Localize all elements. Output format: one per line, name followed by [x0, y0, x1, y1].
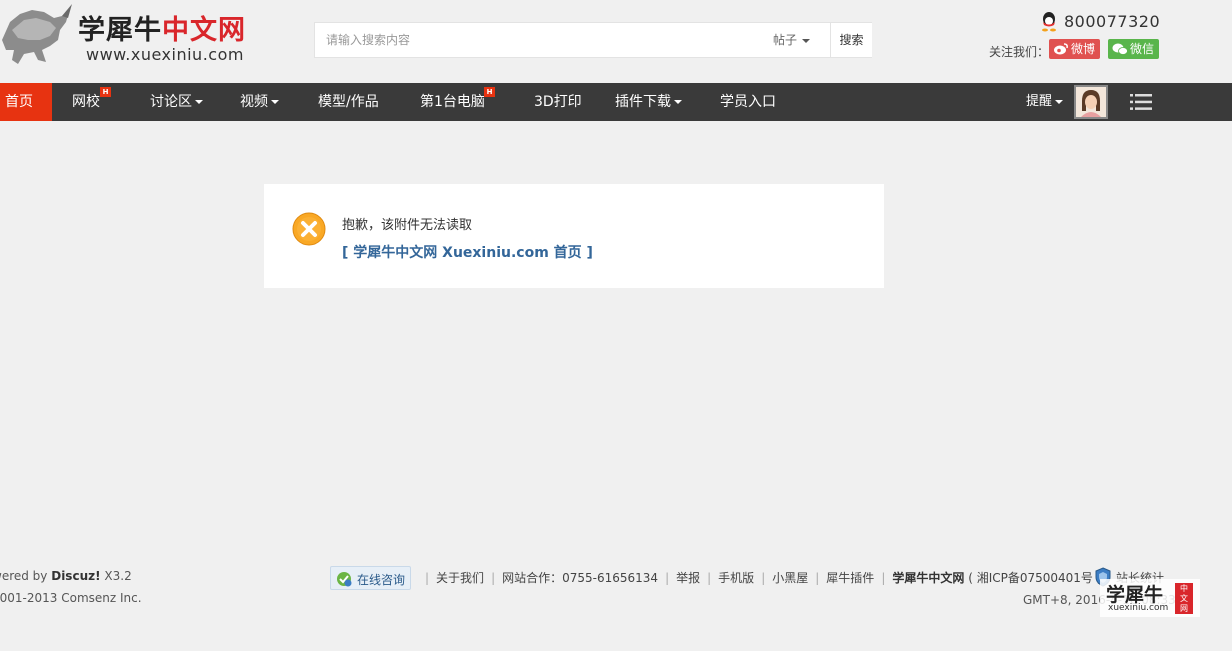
search-type-dropdown[interactable]: 帖子 [773, 23, 825, 57]
hot-badge: H [484, 87, 495, 97]
logo-title-black: 学犀牛 [78, 15, 162, 46]
weibo-button[interactable]: 微博 [1049, 39, 1101, 59]
watermark-side-text: 中文网 [1180, 584, 1188, 613]
footer-link-blacklist[interactable]: 小黑屋 [772, 571, 808, 585]
nav-label: 讨论区 [150, 94, 192, 110]
divider: | [425, 571, 430, 585]
nav-item-plugins[interactable]: 插件下载 [615, 83, 682, 121]
logo-url: www.xuexiniu.com [86, 45, 244, 64]
header: 学犀牛中文网 www.xuexiniu.com 帖子 搜索 800077320 … [0, 0, 1232, 83]
footer-link-plugins[interactable]: 犀牛插件 [826, 571, 874, 585]
nav-item-video[interactable]: 视频 [240, 83, 279, 121]
watermark-logo: 学犀牛 xuexiniu.com 中文网 [1100, 579, 1200, 617]
user-avatar-icon [1076, 87, 1106, 117]
search-bar: 帖子 搜索 [314, 22, 872, 58]
remind-dropdown[interactable]: 提醒 [1026, 83, 1064, 121]
icp-link[interactable]: ( 湘ICP备07500401号 ) [968, 571, 1101, 585]
main-nav: 首页 网校 H 讨论区 视频 模型/作品 第1台电脑 H 3D打印 插件下载 学员入… [0, 83, 1232, 121]
home-link[interactable]: [ 学犀牛中文网 Xuexiniu.com 首页 ] [342, 242, 593, 262]
site-logo[interactable]: 学犀牛中文网 www.xuexiniu.com [0, 0, 270, 72]
copyright: 2001-2013 Comsenz Inc. [0, 591, 142, 605]
nav-label: 视频 [240, 94, 268, 110]
error-message-box: 抱歉，该附件无法读取 [ 学犀牛中文网 Xuexiniu.com 首页 ] [264, 184, 884, 288]
rhino-logo-icon [2, 4, 72, 64]
discuz-link[interactable]: Discuz! [51, 569, 100, 583]
wechat-label: 微信 [1130, 42, 1155, 56]
search-button[interactable]: 搜索 [830, 23, 872, 57]
online-consult-button[interactable]: 在线咨询 [330, 566, 411, 590]
chevron-down-icon [1055, 99, 1064, 104]
watermark-side: 中文网 [1175, 583, 1193, 614]
nav-label: 首页 [5, 94, 33, 110]
logo-title: 学犀牛中文网 [78, 8, 246, 47]
footer-links: | 关于我们 | 网站合作：0755-61656134 | 举报 | 手机版 | 小黑屋 | 犀牛插件… [418, 569, 1101, 586]
chat-bubble-icon [337, 572, 352, 587]
powered-prefix: wered by [0, 569, 48, 583]
nav-item-forum[interactable]: 讨论区 [150, 83, 203, 121]
search-input[interactable] [315, 23, 755, 57]
footer-link-report[interactable]: 举报 [676, 571, 700, 585]
hot-badge: H [100, 87, 111, 97]
menu-icon[interactable] [1130, 94, 1152, 110]
footer-link-mobile[interactable]: 手机版 [718, 571, 754, 585]
chevron-down-icon [195, 100, 203, 104]
divider: | [491, 571, 496, 585]
chevron-down-icon [271, 100, 279, 104]
footer-link-cooperation[interactable]: 网站合作：0755-61656134 [502, 571, 658, 585]
wechat-icon [1112, 43, 1128, 55]
footer-link-about[interactable]: 关于我们 [436, 571, 484, 585]
divider: | [761, 571, 766, 585]
nav-label: 模型/作品 [318, 94, 379, 110]
nav-item-school[interactable]: 网校 H [72, 83, 111, 121]
nav-label: 3D打印 [534, 94, 582, 110]
remind-label: 提醒 [1026, 94, 1053, 109]
weibo-label: 微博 [1071, 42, 1096, 56]
nav-item-home[interactable]: 首页 [0, 83, 52, 121]
nav-item-models[interactable]: 模型/作品 [318, 83, 379, 121]
nav-label: 插件下载 [615, 94, 671, 110]
watermark-url: xuexiniu.com [1108, 603, 1169, 613]
error-message-text: 抱歉，该附件无法读取 [342, 218, 473, 233]
divider: | [665, 571, 670, 585]
chevron-down-icon [802, 38, 811, 43]
error-icon [292, 212, 326, 246]
avatar[interactable] [1074, 85, 1108, 119]
chevron-down-icon [674, 100, 682, 104]
nav-item-student-entry[interactable]: 学员入口 [720, 83, 776, 121]
qq-penguin-icon [1042, 12, 1056, 32]
powered-by: wered by Discuz! X3.2 [0, 569, 132, 583]
divider: | [881, 571, 886, 585]
weibo-icon [1054, 43, 1068, 55]
search-type-label: 帖子 [773, 33, 798, 47]
logo-title-red: 中文网 [162, 15, 246, 46]
nav-label: 第1台电脑 [420, 94, 485, 110]
discuz-version: X3.2 [104, 569, 132, 583]
qq-number: 800077320 [1064, 12, 1161, 31]
nav-item-first-pc[interactable]: 第1台电脑 H [420, 83, 495, 121]
nav-item-3d-print[interactable]: 3D打印 [534, 83, 582, 121]
nav-label: 学员入口 [720, 94, 776, 110]
wechat-button[interactable]: 微信 [1108, 39, 1160, 59]
nav-label: 网校 [72, 94, 100, 110]
footer-site-name[interactable]: 学犀牛中文网 [892, 571, 964, 585]
consult-label: 在线咨询 [357, 573, 406, 587]
divider: | [815, 571, 820, 585]
follow-label: 关注我们： [989, 45, 1050, 59]
divider: | [707, 571, 712, 585]
